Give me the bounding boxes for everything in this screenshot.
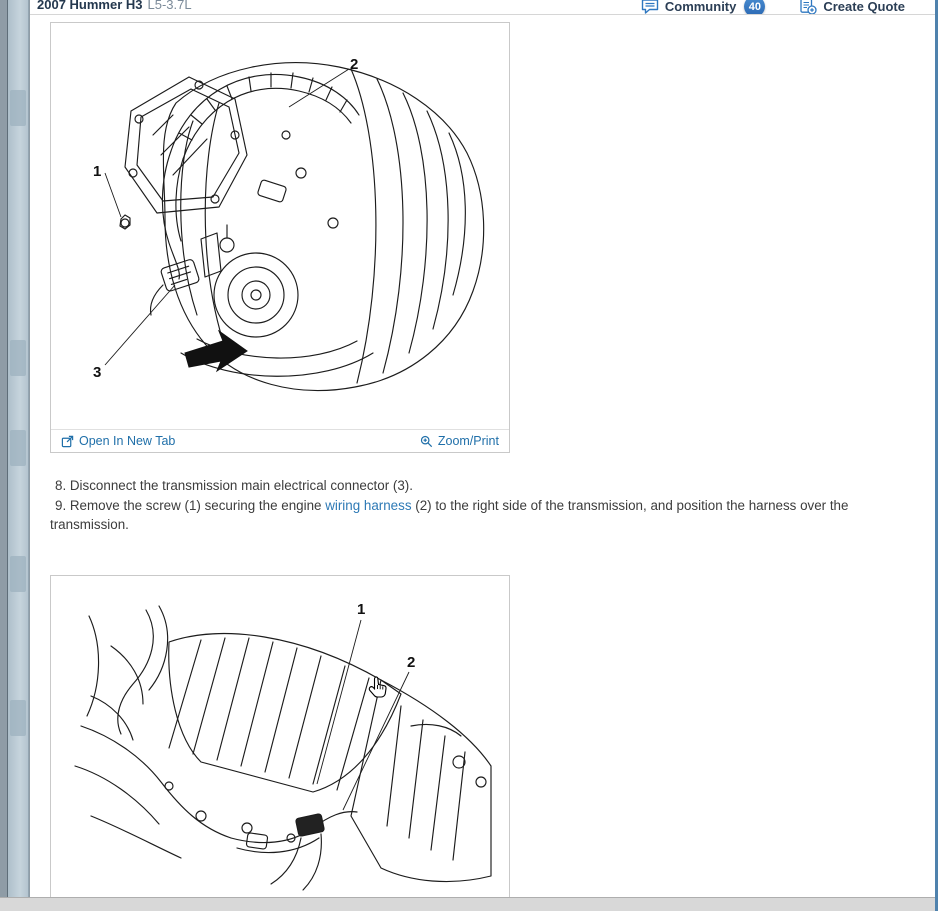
open-in-new-tab-link[interactable]: Open In New Tab — [61, 434, 175, 448]
figure-1-image: 2 1 3 — [51, 23, 509, 429]
left-rail-segment — [10, 700, 26, 736]
left-rail-segment — [10, 90, 26, 126]
vehicle-name: 2007 Hummer H3 — [37, 0, 143, 12]
create-quote-icon — [799, 0, 817, 15]
callout-1: 1 — [93, 163, 101, 180]
community-label: Community — [665, 0, 737, 14]
step-9: 9. Remove the screw (1) securing the eng… — [50, 496, 902, 535]
left-rail-segment — [10, 340, 26, 376]
callout-2: 2 — [407, 654, 415, 671]
create-quote-label: Create Quote — [823, 0, 905, 14]
header-actions: Community 40 Create Quote — [641, 0, 905, 15]
leader-lines — [317, 620, 409, 810]
figure-1: 2 1 3 Open In New Tab — [50, 22, 510, 453]
article-content: 2 1 3 Open In New Tab — [30, 15, 935, 897]
step-9-text-before: 9. Remove the screw (1) securing the eng… — [55, 498, 325, 513]
left-rail — [0, 0, 30, 911]
left-rail-track — [7, 0, 29, 911]
figure-2: 1 2 — [50, 575, 510, 911]
bottom-strip — [0, 897, 938, 911]
screen: 2007 Hummer H3 L5-3.7L Community 40 Creat… — [0, 0, 938, 911]
callout-1: 1 — [357, 601, 365, 618]
create-quote-button[interactable]: Create Quote — [799, 0, 905, 15]
left-rail-segment — [10, 556, 26, 592]
zoom-print-label: Zoom/Print — [438, 434, 499, 448]
leader-lines — [105, 69, 349, 365]
vehicle-title: 2007 Hummer H3 L5-3.7L — [37, 0, 192, 12]
community-button[interactable]: Community — [641, 0, 737, 15]
figure-2-image: 1 2 — [51, 576, 509, 911]
zoom-print-link[interactable]: Zoom/Print — [420, 434, 499, 448]
figure-1-toolbar: Open In New Tab Zoom/Print — [51, 429, 509, 452]
left-rail-segment — [10, 430, 26, 466]
community-count-badge: 40 — [744, 0, 765, 15]
wiring-harness-link[interactable]: wiring harness — [325, 498, 411, 513]
instruction-steps: 8. Disconnect the transmission main elec… — [50, 476, 902, 535]
step-8: 8. Disconnect the transmission main elec… — [50, 476, 902, 496]
community-icon — [641, 0, 659, 15]
callout-2: 2 — [350, 56, 358, 73]
direction-arrow — [185, 331, 247, 371]
transmission-rear-diagram: 2 1 3 — [51, 23, 509, 429]
zoom-icon — [420, 435, 433, 448]
vehicle-engine: L5-3.7L — [148, 0, 192, 12]
page-header: 2007 Hummer H3 L5-3.7L Community 40 Creat… — [30, 0, 935, 15]
open-in-new-tab-icon — [61, 435, 74, 448]
open-in-new-tab-label: Open In New Tab — [79, 434, 175, 448]
transmission-side-diagram: 1 2 — [51, 576, 509, 911]
callout-3: 3 — [93, 364, 101, 381]
